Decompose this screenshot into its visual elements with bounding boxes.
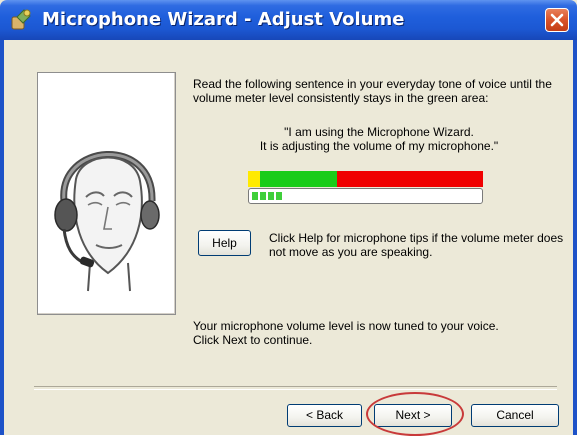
volume-range-high-segment [337,171,483,187]
volume-meter-block [268,192,274,200]
close-x-icon [550,13,564,27]
help-button[interactable]: Help [198,230,251,256]
status-line-2: Click Next to continue. [193,333,313,347]
footer-separator [34,386,557,390]
volume-meter-block [276,192,282,200]
headset-head-icon [54,151,160,292]
help-tip-text: Click Help for microphone tips if the vo… [269,231,564,259]
back-button[interactable]: < Back [287,404,362,427]
instruction-text: Read the following sentence in your ever… [193,77,552,105]
cancel-button[interactable]: Cancel [471,404,559,427]
next-button-highlight-circle [366,392,464,436]
window-frame-right [573,40,577,435]
status-line-1: Your microphone volume level is now tune… [193,319,499,333]
window-frame-left [0,40,4,435]
window-title: Microphone Wizard - Adjust Volume [42,9,405,30]
sample-sentence: "I am using the Microphone Wizard. It is… [193,125,565,153]
volume-meter [248,188,483,204]
close-button[interactable] [545,8,569,32]
title-bar[interactable]: Microphone Wizard - Adjust Volume [0,0,577,40]
volume-range-bar [248,171,483,187]
status-message: Your microphone volume level is now tune… [193,319,565,347]
volume-range-low-segment [248,171,260,187]
sample-sentence-line-1: "I am using the Microphone Wizard. [284,125,474,139]
volume-meter-level [252,192,282,200]
volume-range-good-segment [260,171,337,187]
sample-sentence-line-2: It is adjusting the volume of my microph… [259,139,499,153]
wizard-window: Microphone Wizard - Adjust Volume Read t… [0,0,577,436]
illustration-panel [37,72,176,315]
volume-meter-block [252,192,258,200]
microphone-wizard-icon [11,9,31,30]
volume-meter-block [260,192,266,200]
